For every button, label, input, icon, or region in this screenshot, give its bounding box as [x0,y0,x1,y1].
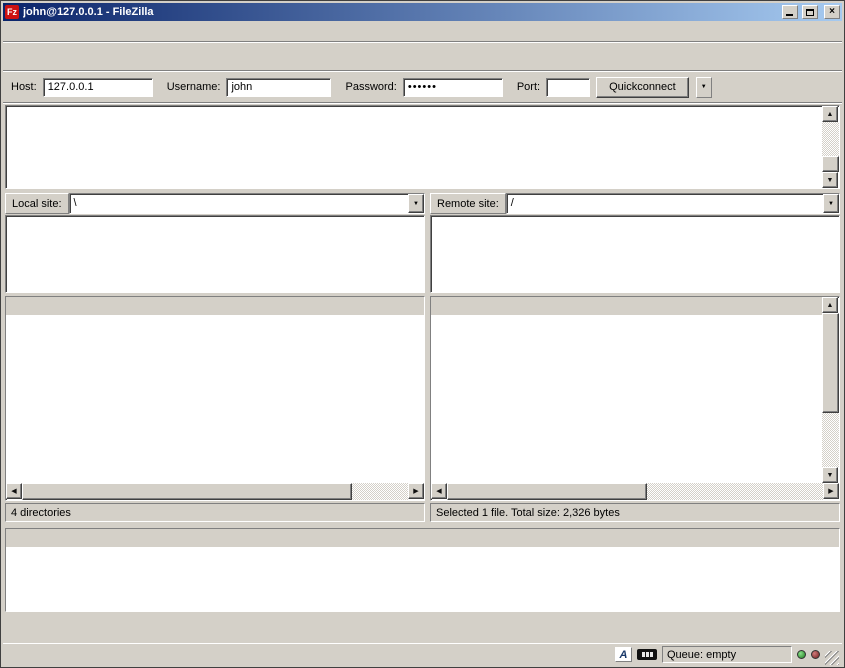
status-bar: A Queue: empty [3,643,842,665]
host-input[interactable] [43,78,153,97]
minimize-button[interactable] [782,5,798,19]
local-file-list: ◀ ▶ [5,296,425,501]
maximize-button[interactable] [802,5,818,19]
queue-status-field: Queue: empty [662,646,792,663]
scroll-up-button[interactable]: ▲ [822,106,838,122]
close-icon: × [829,7,835,17]
remote-site-combobox[interactable]: / ▼ [506,193,840,214]
remote-horizontal-scrollbar[interactable]: ◀ ▶ [431,483,839,500]
local-site-label: Local site: [5,193,69,214]
window-title: john@127.0.0.1 - FileZilla [23,6,778,18]
remote-site-value: / [507,194,823,213]
local-pane: Local site: \ ▼ ◀ [5,193,425,524]
password-label: Password: [345,81,396,93]
filezilla-logo-icon: Fz [5,5,19,19]
scroll-track[interactable] [822,122,839,172]
remote-status-text: Selected 1 file. Total size: 2,326 bytes [430,503,840,522]
local-site-value: \ [70,194,408,213]
scroll-track[interactable] [447,483,823,500]
send-indicator-led [811,650,820,659]
spacer [3,634,842,643]
scroll-down-button[interactable]: ▼ [822,172,838,188]
local-directory-tree [5,215,425,293]
scroll-track[interactable] [822,313,839,467]
chevron-down-icon[interactable]: ▼ [823,194,839,213]
username-label: Username: [167,81,221,93]
browser-panes: Local site: \ ▼ ◀ [3,193,842,524]
scroll-thumb[interactable] [22,483,352,500]
remote-list-header [431,297,822,315]
username-input[interactable] [226,78,331,97]
minimize-icon [786,14,793,16]
menu-bar [3,21,842,41]
remote-vertical-scrollbar[interactable]: ▲ ▼ [822,297,839,483]
local-list-body [6,315,424,483]
divider [3,102,842,104]
local-horizontal-scrollbar[interactable]: ◀ ▶ [6,483,424,500]
titlebar[interactable]: Fz john@127.0.0.1 - FileZilla × [3,3,842,21]
scroll-left-button[interactable]: ◀ [431,483,447,499]
quickconnect-dropdown-button[interactable]: ▼ [696,77,712,98]
scroll-left-button[interactable]: ◀ [6,483,22,499]
remote-pane: Remote site: / ▼ ▲ [430,193,840,524]
chevron-down-icon[interactable]: ▼ [408,194,424,213]
scroll-thumb[interactable] [822,156,839,172]
local-status-text: 4 directories [5,503,425,522]
transfer-queue [5,528,840,612]
scroll-right-button[interactable]: ▶ [408,483,424,499]
scroll-up-button[interactable]: ▲ [822,297,838,313]
scroll-track[interactable] [22,483,408,500]
quickconnect-bar: Host: Username: Password: Port: Quickcon… [3,72,842,102]
scroll-thumb[interactable] [822,313,839,413]
scroll-down-button[interactable]: ▼ [822,467,838,483]
port-label: Port: [517,81,540,93]
resize-grip[interactable] [825,651,839,665]
maximize-icon [806,9,814,16]
filezilla-window: Fz john@127.0.0.1 - FileZilla × Host: Us… [0,0,845,668]
speed-limit-icon[interactable] [637,649,657,660]
scroll-right-button[interactable]: ▶ [823,483,839,499]
local-site-combobox[interactable]: \ ▼ [69,193,425,214]
remote-file-list: ▲ ▼ ◀ ▶ [430,296,840,501]
host-label: Host: [11,81,37,93]
local-list-header [6,297,424,315]
message-log-lines [6,106,822,188]
queue-body[interactable] [6,547,839,611]
password-input[interactable] [403,78,503,97]
scroll-thumb[interactable] [447,483,647,500]
log-scrollbar[interactable]: ▲ ▼ [822,106,839,188]
remote-list-body [431,315,822,483]
close-button[interactable]: × [824,5,840,19]
message-log: ▲ ▼ [5,105,840,189]
remote-site-label: Remote site: [430,193,506,214]
queue-tabs [3,612,842,634]
receive-indicator-led [797,650,806,659]
queue-header [6,529,839,547]
port-input[interactable] [546,78,590,97]
remote-directory-tree [430,215,840,293]
toolbar [3,43,842,70]
quickconnect-button[interactable]: Quickconnect [596,77,689,98]
transfer-type-icon[interactable]: A [615,647,632,662]
